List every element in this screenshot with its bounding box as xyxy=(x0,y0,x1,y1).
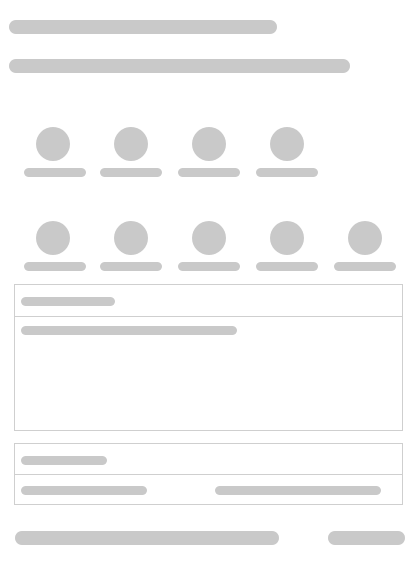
panel-divider xyxy=(15,474,402,475)
page-title-placeholder xyxy=(9,20,277,34)
avatar[interactable] xyxy=(36,221,70,255)
panel-right-value-placeholder xyxy=(215,486,381,495)
avatar-label xyxy=(178,168,240,177)
avatar-label xyxy=(100,262,162,271)
panel-left-value-placeholder xyxy=(21,486,147,495)
avatar[interactable] xyxy=(192,221,226,255)
panel-heading-placeholder xyxy=(21,456,107,465)
avatar[interactable] xyxy=(192,127,226,161)
avatar[interactable] xyxy=(270,221,304,255)
avatar[interactable] xyxy=(114,127,148,161)
panel-heading-placeholder xyxy=(21,297,115,306)
avatar[interactable] xyxy=(114,221,148,255)
avatar[interactable] xyxy=(348,221,382,255)
details-panel xyxy=(14,443,403,505)
skeleton-page xyxy=(0,0,419,575)
footer-button-placeholder[interactable] xyxy=(328,531,405,545)
avatar-label xyxy=(256,168,318,177)
avatar-label xyxy=(256,262,318,271)
footer-primary-placeholder[interactable] xyxy=(15,531,279,545)
page-subtitle-placeholder xyxy=(9,59,350,73)
info-panel xyxy=(14,284,403,431)
avatar-label xyxy=(178,262,240,271)
avatar-label xyxy=(24,168,86,177)
avatar-label xyxy=(334,262,396,271)
panel-body-placeholder xyxy=(21,326,237,335)
panel-divider xyxy=(15,316,402,317)
avatar[interactable] xyxy=(36,127,70,161)
avatar-label xyxy=(24,262,86,271)
avatar-label xyxy=(100,168,162,177)
avatar[interactable] xyxy=(270,127,304,161)
